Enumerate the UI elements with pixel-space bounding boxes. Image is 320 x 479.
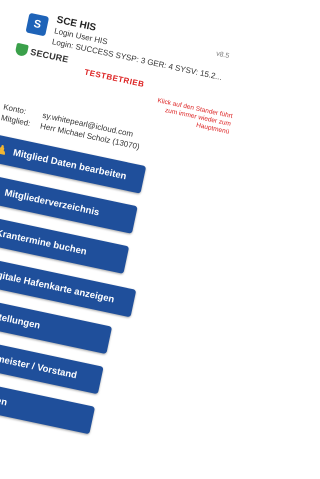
menu-label: Abmelden — [0, 387, 9, 408]
secure-label: SECURE — [29, 46, 70, 65]
menu-label: Mitglied Daten bearbeiten — [12, 146, 128, 182]
test-mode-label: TESTBETRIEB — [83, 67, 146, 89]
menu-label: Hafenmeister / Vorstand — [0, 347, 78, 381]
menu-label: Digitale Hafenkarte anzeigen — [0, 267, 116, 305]
globe-icon: ◉ — [0, 183, 1, 197]
shield-icon — [14, 42, 29, 57]
menu-label: Einstellungen — [0, 307, 42, 332]
version-label: v8.5 — [215, 50, 230, 61]
main-menu: ♟ Mitglied Daten bearbeiten ◉ Mitglieder… — [0, 133, 221, 463]
app-screen: S SCE HIS Login User HIS Login: SUCCESS … — [0, 0, 249, 479]
hint-text: Klick auf den Stander führt zum immer wi… — [156, 97, 234, 136]
menu-label: Krantermine buchen — [0, 227, 88, 258]
app-logo-icon: S — [25, 12, 50, 37]
login-status: Login: SUCCESS SYSP: 3 GER: 4 SYSV: 15.2… — [51, 37, 223, 82]
person-key-icon: ♟ — [0, 141, 9, 158]
menu-label: Mitgliederverzeichnis — [3, 187, 101, 218]
